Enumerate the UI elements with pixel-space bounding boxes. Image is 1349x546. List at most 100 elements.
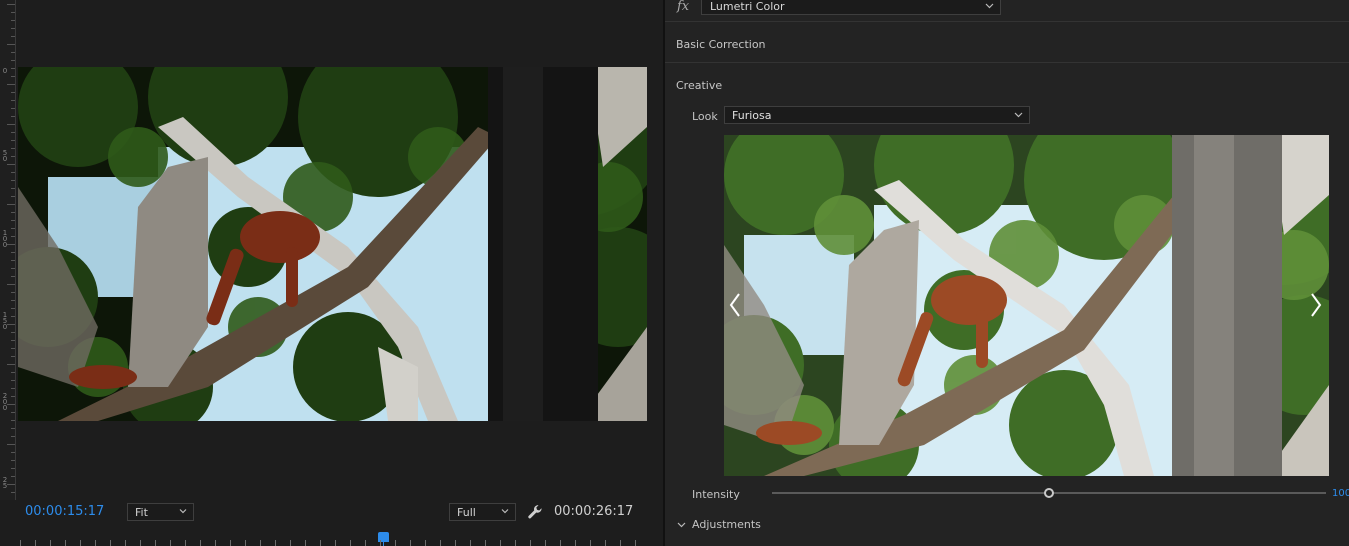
ruler-tick	[11, 372, 15, 373]
time-ruler[interactable]	[18, 530, 648, 546]
section-adjustments[interactable]: Adjustments	[677, 518, 761, 531]
time-ruler-tick	[455, 540, 456, 546]
ruler-number: 5 0	[2, 149, 8, 163]
time-ruler-tick	[380, 540, 381, 546]
ruler-tick	[11, 100, 15, 101]
look-value: Furiosa	[732, 109, 772, 122]
time-ruler-tick	[290, 540, 291, 546]
time-ruler-tick	[125, 540, 126, 546]
chevron-left-icon[interactable]	[728, 292, 742, 318]
ruler-tick	[11, 28, 15, 29]
chevron-down-icon	[501, 509, 509, 514]
ruler-tick	[11, 260, 15, 261]
ruler-tick	[11, 220, 15, 221]
ruler-tick	[11, 436, 15, 437]
ruler-tick	[11, 428, 15, 429]
ruler-tick	[11, 116, 15, 117]
time-ruler-tick	[575, 540, 576, 546]
zoom-level-value: Fit	[135, 506, 148, 519]
section-label: Creative	[676, 79, 723, 92]
ruler-tick	[7, 124, 15, 125]
playback-resolution-value: Full	[457, 506, 476, 519]
ruler-tick	[11, 348, 15, 349]
zoom-level-dropdown[interactable]: Fit	[127, 503, 194, 521]
fx-icon[interactable]: fx	[677, 0, 689, 14]
chevron-down-icon	[985, 3, 994, 9]
ruler-tick	[11, 420, 15, 421]
time-ruler-tick	[530, 540, 531, 546]
time-ruler-tick	[335, 540, 336, 546]
look-dropdown[interactable]: Furiosa	[724, 106, 1030, 124]
ruler-tick	[11, 492, 15, 493]
ruler-tick	[11, 356, 15, 357]
look-label: Look	[692, 110, 718, 123]
look-preview-image	[724, 135, 1329, 476]
time-ruler-tick	[560, 540, 561, 546]
wrench-icon[interactable]	[526, 503, 544, 521]
ruler-tick	[11, 380, 15, 381]
lumetri-color-panel: fx Lumetri Color Basic Correction Creati…	[665, 0, 1349, 546]
ruler-tick	[11, 76, 15, 77]
intensity-slider-thumb[interactable]	[1044, 488, 1054, 498]
time-ruler-tick	[320, 540, 321, 546]
chevron-down-icon	[179, 509, 187, 514]
ruler-tick	[11, 108, 15, 109]
ruler-tick	[11, 60, 15, 61]
program-monitor: 05 01 0 01 5 02 0 02 5 00:00:15:17 Fit F…	[0, 0, 663, 546]
time-ruler-tick	[65, 540, 66, 546]
ruler-tick	[11, 268, 15, 269]
effect-header: fx Lumetri Color	[665, 0, 1349, 22]
ruler-tick	[7, 4, 15, 5]
section-label: Basic Correction	[676, 38, 766, 51]
ruler-number: 1 5 0	[2, 311, 8, 331]
time-ruler-tick	[305, 540, 306, 546]
time-ruler-tick	[185, 540, 186, 546]
ruler-tick	[11, 292, 15, 293]
time-ruler-tick	[35, 540, 36, 546]
section-creative[interactable]: Creative	[665, 64, 1349, 104]
playback-resolution-dropdown[interactable]: Full	[449, 503, 516, 521]
ruler-tick	[11, 340, 15, 341]
time-ruler-tick	[215, 540, 216, 546]
chevron-down-icon	[1014, 112, 1023, 118]
time-ruler-tick	[140, 540, 141, 546]
time-ruler-tick	[515, 540, 516, 546]
time-ruler-tick	[275, 540, 276, 546]
time-ruler-tick	[635, 540, 636, 546]
ruler-tick	[11, 180, 15, 181]
ruler-tick	[11, 332, 15, 333]
current-timecode[interactable]: 00:00:15:17	[25, 504, 104, 519]
effect-name: Lumetri Color	[710, 0, 785, 13]
intensity-value[interactable]: 100	[1332, 488, 1349, 499]
ruler-tick	[11, 156, 15, 157]
ruler-tick	[11, 68, 15, 69]
ruler-tick	[11, 308, 15, 309]
ruler-tick	[11, 52, 15, 53]
ruler-tick	[11, 460, 15, 461]
ruler-tick	[7, 364, 15, 365]
time-ruler-tick	[50, 540, 51, 546]
ruler-tick	[11, 36, 15, 37]
ruler-tick	[11, 12, 15, 13]
ruler-tick	[11, 236, 15, 237]
ruler-tick	[11, 300, 15, 301]
section-basic-correction[interactable]: Basic Correction	[665, 23, 1349, 63]
ruler-tick	[7, 84, 15, 85]
ruler-tick	[11, 20, 15, 21]
time-ruler-tick	[620, 540, 621, 546]
ruler-tick	[11, 252, 15, 253]
program-video-frame[interactable]	[18, 67, 647, 421]
ruler-tick	[11, 140, 15, 141]
intensity-label: Intensity	[692, 488, 740, 501]
chevron-right-icon[interactable]	[1309, 292, 1323, 318]
ruler-number: 0	[2, 67, 8, 75]
effect-selector[interactable]: Lumetri Color	[701, 0, 1001, 15]
duration-timecode: 00:00:26:17	[554, 504, 634, 519]
time-ruler-tick	[395, 540, 396, 546]
time-ruler-tick	[260, 540, 261, 546]
time-ruler-tick	[365, 540, 366, 546]
ruler-number: 2 0 0	[2, 392, 8, 412]
ruler-tick	[11, 468, 15, 469]
time-ruler-tick	[485, 540, 486, 546]
ruler-tick	[11, 388, 15, 389]
